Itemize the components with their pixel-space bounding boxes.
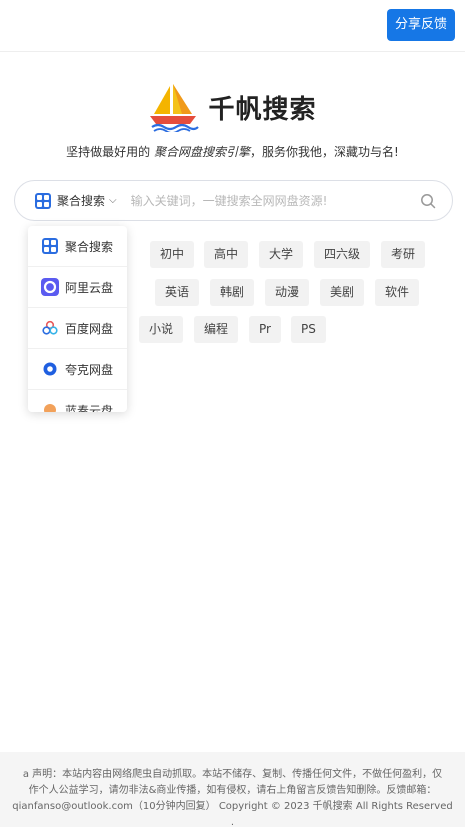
dropdown-item-label: 阿里云盘 [65, 280, 114, 295]
search-input[interactable] [130, 193, 391, 208]
search-icon[interactable] [420, 193, 436, 209]
tag[interactable]: 软件 [375, 279, 420, 306]
dropdown-item-label: 聚合搜索 [65, 239, 114, 254]
grid-icon [35, 192, 51, 209]
dropdown-item-aggregate[interactable]: 聚合搜索 [28, 226, 127, 267]
tag[interactable]: Pr [249, 316, 281, 343]
dropdown-item-quark[interactable]: 夸克网盘 [28, 349, 127, 390]
footer-line: a 声明：本站内容由网络爬虫自动抓取。本站不储存、复制、传播任何文件，不做任何盈… [22, 769, 443, 780]
tag[interactable]: 初中 [150, 241, 195, 268]
brand-name: 千帆搜索 [208, 94, 317, 125]
tag[interactable]: 大学 [259, 241, 304, 268]
footer-disclaimer: a 声明：本站内容由网络爬虫自动抓取。本站不储存、复制、传播任何文件，不做任何盈… [0, 752, 465, 827]
tag[interactable]: 英语 [155, 279, 200, 306]
tag[interactable]: 美剧 [320, 279, 365, 306]
footer-line: qianfanso@outlook.com（10分钟内回复） Copyright… [12, 801, 453, 827]
footer-line: 作个人公益学习，请勿非法&商业传播，如有侵权，请右上角留言反馈告知删除。反馈邮箱… [28, 785, 437, 796]
tag[interactable]: 编程 [194, 316, 239, 343]
dropdown-item-label: 夸克网盘 [65, 362, 114, 377]
dropdown-item-aliyun[interactable]: 阿里云盘 [28, 267, 127, 308]
top-bar: 分享反馈 [0, 0, 465, 52]
share-feedback-button[interactable]: 分享反馈 [386, 9, 455, 41]
tagline-emphasis: 聚合网盘搜索引擎 [154, 145, 251, 159]
tag[interactable]: 四六级 [314, 241, 371, 268]
tag[interactable]: 韩剧 [210, 279, 255, 306]
tag[interactable]: 考研 [381, 241, 426, 268]
tagline: 坚持做最好用的 聚合网盘搜索引擎，服务你我他，深藏功与名! [0, 143, 465, 160]
engine-selector[interactable]: 聚合搜索 ⌵ [35, 192, 117, 209]
tagline-suffix: ，服务你我他，深藏功与名! [250, 145, 399, 159]
dropdown-item-label: 蓝奏云盘 [65, 403, 114, 413]
sailboat-icon [150, 84, 200, 132]
tag[interactable]: 动漫 [265, 279, 310, 306]
quark-icon [41, 360, 59, 378]
engine-dropdown: 聚合搜索 阿里云盘 百度网盘 夸克网盘 蓝奏云盘 [28, 226, 127, 412]
tag[interactable]: 小说 [139, 316, 184, 343]
search-bar: 聚合搜索 ⌵ [14, 180, 453, 221]
lanzou-icon [41, 401, 59, 412]
chevron-down-icon: ⌵ [109, 195, 117, 206]
tagline-prefix: 坚持做最好用的 [66, 145, 154, 159]
aliyun-icon [41, 278, 59, 296]
dropdown-item-baidu[interactable]: 百度网盘 [28, 308, 127, 349]
engine-label: 聚合搜索 [57, 194, 106, 208]
dropdown-item-label: 百度网盘 [65, 321, 114, 336]
tag[interactable]: PS [291, 316, 326, 343]
grid-icon [41, 237, 59, 255]
dropdown-item-lanzou[interactable]: 蓝奏云盘 [28, 390, 127, 412]
site-logo: 千帆搜索 [0, 82, 465, 132]
baidu-icon [41, 319, 59, 337]
tag[interactable]: 高中 [204, 241, 249, 268]
